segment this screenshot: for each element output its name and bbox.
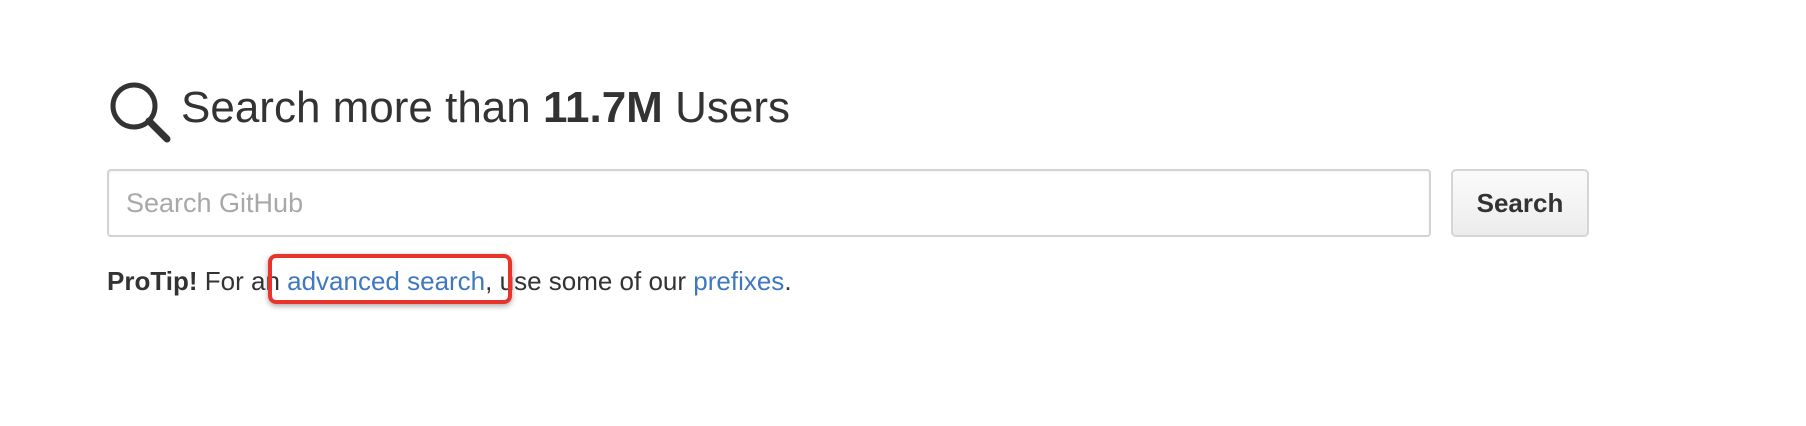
protip-text-2: , use some of our xyxy=(485,266,694,296)
title-suffix: Users xyxy=(662,83,790,132)
user-count: 11.7M xyxy=(542,83,663,132)
protip-text-end: . xyxy=(784,266,792,296)
page-title: Search more than 11.7M Users xyxy=(181,72,790,144)
protip-text-1: For an xyxy=(197,266,288,296)
search-page: Search more than 11.7M Users Search ProT… xyxy=(0,0,1806,426)
advanced-search-link[interactable]: advanced search xyxy=(287,266,485,296)
search-button[interactable]: Search xyxy=(1451,169,1589,237)
search-icon xyxy=(107,79,173,145)
search-input[interactable] xyxy=(107,169,1431,237)
protip: ProTip! For an advanced search, use some… xyxy=(107,262,792,300)
search-heading: Search more than 11.7M Users xyxy=(107,72,790,144)
protip-label: ProTip! xyxy=(107,266,198,296)
title-prefix: Search more than xyxy=(181,83,543,132)
search-form: Search xyxy=(107,169,1589,237)
prefixes-link[interactable]: prefixes xyxy=(693,266,784,296)
